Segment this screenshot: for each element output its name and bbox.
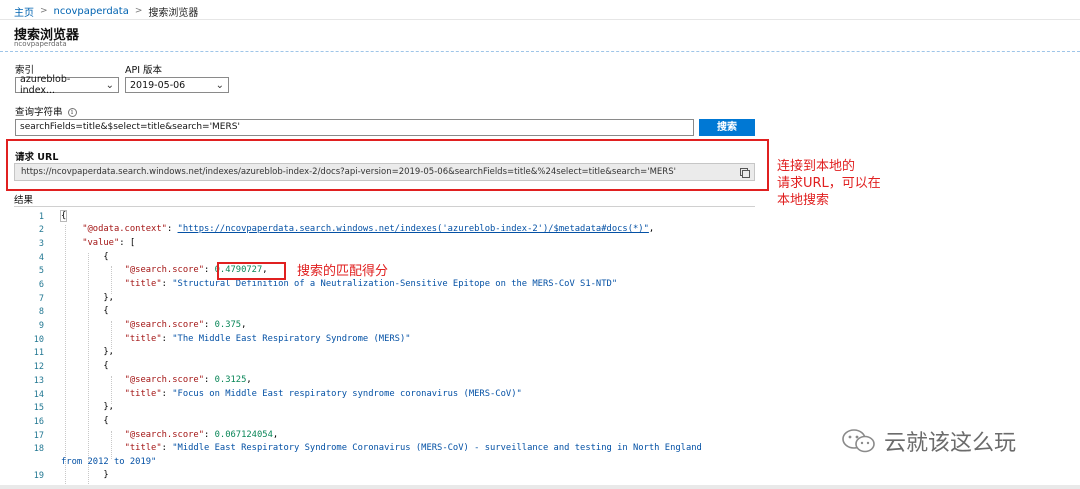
title-value: "Middle East Respiratory Syndrome Corona… — [172, 443, 702, 453]
request-url-annotation: 连接到本地的 请求URL，可以在 本地搜索 — [777, 158, 881, 209]
json-line: }, — [61, 347, 114, 357]
json-bracket: [ — [129, 238, 136, 248]
line-number: 5 — [38, 266, 44, 276]
line-number: 17 — [33, 431, 44, 441]
line-number: 16 — [33, 417, 44, 427]
line-number: 9 — [38, 321, 44, 331]
line-number: 11 — [33, 348, 44, 358]
json-line: "title": "The Middle East Respiratory Sy… — [124, 334, 411, 344]
line-number: 15 — [33, 403, 44, 413]
line-number: 1 — [38, 212, 44, 222]
search-score-value: 0.3125 — [214, 375, 247, 385]
query-label: 查询字符串 i — [15, 104, 77, 118]
request-url-highlight-box — [6, 139, 769, 191]
json-key: "@search.score" — [124, 265, 205, 275]
title-divider — [0, 51, 1080, 52]
title-value: "The Middle East Respiratory Syndrome (M… — [172, 334, 411, 344]
page-subtitle: ncovpaperdata — [14, 40, 67, 48]
line-number: 18 — [33, 444, 44, 454]
breadcrumb-home-link[interactable]: 主页 — [14, 4, 34, 19]
line-number-gutter: 1 2 3 4 5 6 7 8 9 10 11 12 13 14 15 16 1… — [14, 207, 56, 489]
json-line: { — [61, 306, 109, 316]
json-key: "title" — [124, 389, 162, 399]
json-brace: { — [59, 210, 68, 222]
line-number: 10 — [33, 335, 44, 345]
json-line-wrapped: from 2012 to 2019" — [61, 457, 156, 467]
api-version-label: API 版本 — [125, 65, 163, 76]
json-line: { — [61, 416, 109, 426]
line-number: 13 — [33, 376, 44, 386]
api-version-select-value: 2019-05-06 — [130, 79, 186, 91]
breadcrumb-service-link[interactable]: ncovpaperdata — [54, 6, 129, 17]
info-icon[interactable]: i — [67, 108, 77, 117]
title-value: "Focus on Middle East respiratory syndro… — [172, 389, 522, 399]
index-select-value: azureblob-index... — [20, 74, 71, 96]
json-key: "title" — [124, 443, 162, 453]
chevron-down-icon: ⌄ — [105, 79, 114, 91]
query-string-input[interactable]: searchFields=title&$select=title&search=… — [15, 119, 694, 136]
line-number: 7 — [38, 294, 44, 304]
title-value: "Structural Definition of a Neutralizati… — [172, 279, 618, 289]
line-number: 19 — [33, 471, 44, 481]
json-key: "value" — [82, 238, 120, 248]
breadcrumb-current: 搜索浏览器 — [148, 7, 199, 19]
json-key: "@search.score" — [124, 430, 205, 440]
results-label: 结果 — [14, 195, 34, 206]
search-score-value: 0.067124054 — [214, 430, 273, 440]
line-number: 14 — [33, 390, 44, 400]
json-key: "@odata.context" — [82, 224, 167, 234]
line-number: 2 — [38, 225, 44, 235]
json-line: { — [61, 361, 109, 371]
odata-context-link[interactable]: "https://ncovpaperdata.search.windows.ne… — [178, 224, 649, 234]
json-key: "title" — [124, 279, 162, 289]
wechat-icon — [842, 429, 875, 453]
score-annotation: 搜索的匹配得分 — [297, 264, 389, 279]
json-key: "@search.score" — [124, 320, 205, 330]
json-key: "@search.score" — [124, 375, 205, 385]
json-line: }, — [61, 402, 114, 412]
json-line: "@search.score": 0.375, — [124, 320, 247, 330]
json-line: "title": "Focus on Middle East respirato… — [124, 389, 522, 399]
json-line: { — [59, 210, 68, 222]
chevron-right-icon: > — [40, 6, 48, 16]
json-line: "@odata.context": "https://ncovpaperdata… — [82, 224, 655, 234]
breadcrumb: 主页 > ncovpaperdata > 搜索浏览器 — [14, 4, 199, 19]
request-url-annotation-line: 请求URL，可以在 — [777, 176, 881, 191]
json-key: "title" — [124, 334, 162, 344]
json-line: "@search.score": 0.067124054, — [124, 430, 279, 440]
json-line: { — [61, 252, 109, 262]
line-number: 12 — [33, 362, 44, 372]
json-line: "title": "Structural Definition of a Neu… — [124, 279, 618, 289]
chevron-down-icon: ⌄ — [215, 79, 224, 91]
score-highlight-box — [217, 262, 286, 280]
json-line: "@search.score": 0.3125, — [124, 375, 252, 385]
watermark: 云就该这么玩 — [840, 425, 1016, 457]
results-editor[interactable]: 1 2 3 4 5 6 7 8 9 10 11 12 13 14 15 16 1… — [14, 206, 755, 489]
title-value-continued: from 2012 to 2019" — [61, 457, 157, 467]
json-line: }, — [61, 293, 114, 303]
line-number: 6 — [38, 280, 44, 290]
header-divider — [0, 19, 1080, 20]
line-number: 3 — [38, 239, 44, 249]
request-url-annotation-line: 连接到本地的 — [777, 159, 856, 174]
json-line: "value": [ — [82, 238, 136, 248]
line-number: 8 — [38, 307, 44, 317]
request-url-annotation-line: 本地搜索 — [777, 193, 830, 208]
line-number: 4 — [38, 253, 44, 263]
index-select[interactable]: azureblob-index... ⌄ — [15, 74, 119, 96]
api-version-select[interactable]: 2019-05-06 ⌄ — [125, 77, 229, 93]
watermark-text: 云就该这么玩 — [884, 431, 1017, 456]
bottom-scrollbar[interactable] — [0, 485, 1080, 489]
query-label-text: 查询字符串 — [15, 107, 63, 118]
chevron-right-icon: > — [134, 6, 143, 16]
json-line: } — [61, 470, 109, 480]
search-score-value: 0.375 — [214, 320, 242, 330]
search-button[interactable]: 搜索 — [699, 119, 755, 136]
json-line: "title": "Middle East Respiratory Syndro… — [124, 443, 702, 453]
